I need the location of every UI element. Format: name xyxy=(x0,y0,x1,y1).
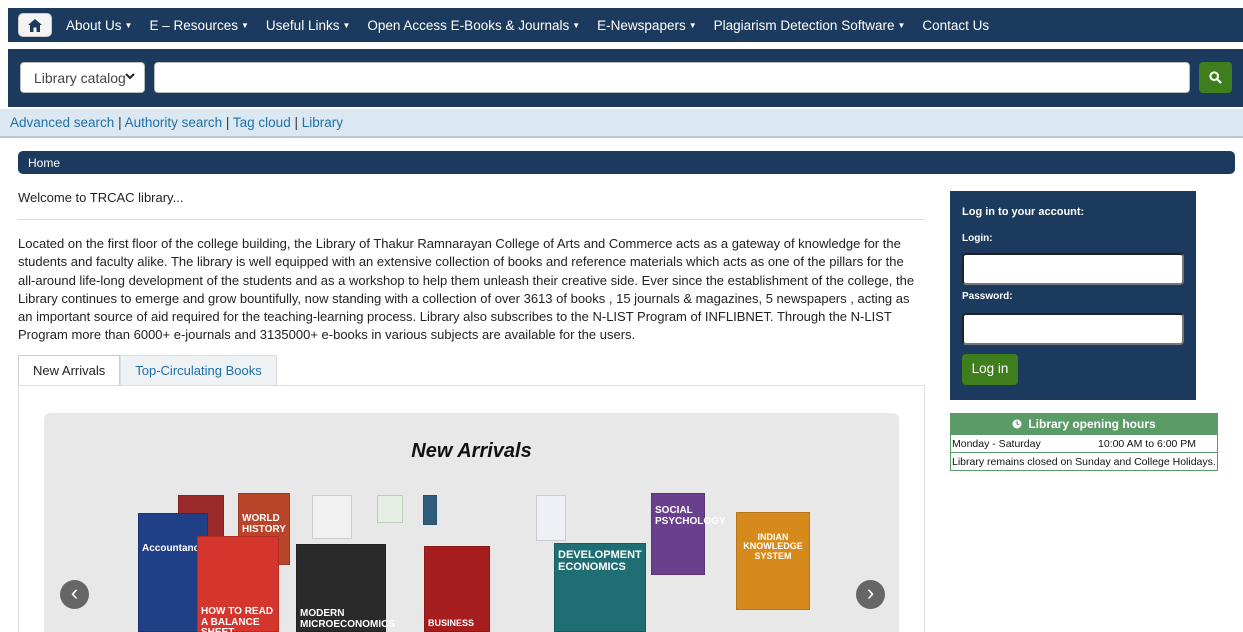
chevron-right-icon: › xyxy=(866,580,875,605)
hours-note-text: Library remains closed on Sunday and Col… xyxy=(952,455,1216,468)
nav-label: E – Resources xyxy=(149,17,238,33)
separator: | xyxy=(222,115,233,130)
hours-day: Monday - Saturday xyxy=(952,437,1041,450)
book-cover[interactable] xyxy=(377,495,403,523)
new-arrivals-carousel: New Arrivals WORLD HISTORY Accountancy H… xyxy=(44,413,899,632)
clock-icon xyxy=(1012,419,1022,429)
book-title: MODERN MICROECONOMICS xyxy=(300,608,395,630)
caret-down-icon: ▼ xyxy=(342,20,351,30)
password-input[interactable] xyxy=(962,313,1184,345)
caret-down-icon: ▼ xyxy=(124,20,133,30)
book-cover-balance-sheet[interactable]: HOW TO READ A BALANCE SHEET xyxy=(197,536,279,632)
tab-bar: New Arrivals Top-Circulating Books xyxy=(18,355,277,386)
login-title: Log in to your account: xyxy=(962,206,1085,218)
nav-contact-us[interactable]: Contact Us xyxy=(922,18,989,33)
separator: | xyxy=(290,115,302,130)
nav-label: About Us xyxy=(66,17,122,33)
book-cover-microeconomics[interactable]: MODERN MICROECONOMICS xyxy=(296,544,395,632)
search-input[interactable] xyxy=(154,62,1190,93)
nav-open-access[interactable]: Open Access E-Books & Journals ▼ xyxy=(367,18,580,33)
book-title: BUSINESS xyxy=(428,618,475,628)
nav-label: Open Access E-Books & Journals xyxy=(367,17,570,33)
book-cover-indian-knowledge[interactable]: INDIAN KNOWLEDGE SYSTEM xyxy=(736,512,810,610)
book-title: Accountancy xyxy=(142,543,205,554)
breadcrumb-home[interactable]: Home xyxy=(28,156,60,170)
tab-new-arrivals[interactable]: New Arrivals xyxy=(18,355,121,386)
nav-about-us[interactable]: About Us ▼ xyxy=(66,18,132,33)
password-label: Password: xyxy=(962,291,1013,302)
book-title: WORLD HISTORY xyxy=(242,513,286,535)
opening-hours-header: Library opening hours xyxy=(951,414,1217,434)
caret-down-icon: ▼ xyxy=(241,20,249,30)
opening-hours-title: Library opening hours xyxy=(1028,417,1156,431)
hours-time: 10:00 AM to 6:00 PM xyxy=(1098,437,1197,450)
book-cover[interactable] xyxy=(312,495,352,539)
tag-cloud-link[interactable]: Tag cloud xyxy=(233,115,291,130)
search-button[interactable] xyxy=(1199,62,1232,93)
top-navbar: About Us ▼ E – Resources ▼ Useful Links ▼ O… xyxy=(8,8,1243,42)
login-box: Log in to your account: Login: Password:… xyxy=(950,191,1196,400)
divider xyxy=(18,219,925,220)
login-button[interactable]: Log in xyxy=(962,354,1018,385)
advanced-search-link[interactable]: Advanced search xyxy=(10,115,114,130)
search-icon xyxy=(1209,71,1222,84)
home-icon xyxy=(28,18,42,32)
opening-hours-table: Library opening hours Monday - Saturday … xyxy=(950,413,1218,471)
carousel-title: New Arrivals xyxy=(411,440,532,462)
nav-label: Plagiarism Detection Software xyxy=(713,17,895,33)
tab-top-circulating[interactable]: Top-Circulating Books xyxy=(120,355,277,386)
authority-search-link[interactable]: Authority search xyxy=(125,115,223,130)
login-label: Login: xyxy=(962,233,993,244)
chevron-left-icon: ‹ xyxy=(70,580,79,605)
search-bar: Library catalog xyxy=(8,49,1243,107)
library-link[interactable]: Library xyxy=(302,115,343,130)
caret-down-icon: ▼ xyxy=(572,20,581,30)
breadcrumb: Home xyxy=(18,151,1235,174)
search-scope-select[interactable]: Library catalog xyxy=(20,62,145,93)
nav-label: E-Newspapers xyxy=(597,17,686,33)
caret-down-icon: ▼ xyxy=(688,20,697,30)
nav-plagiarism[interactable]: Plagiarism Detection Software ▼ xyxy=(714,18,906,33)
book-cover-development-economics[interactable]: DEVELOPMENT ECONOMICS xyxy=(554,543,646,632)
separator: | xyxy=(114,115,125,130)
book-title: DEVELOPMENT ECONOMICS xyxy=(558,549,642,573)
book-title: SOCIAL PSYCHOLOGY xyxy=(655,505,726,527)
book-title: INDIAN KNOWLEDGE SYSTEM xyxy=(743,532,803,561)
search-scope-value: Library catalog xyxy=(34,70,126,86)
hours-row: Monday - Saturday 10:00 AM to 6:00 PM xyxy=(951,434,1217,452)
book-cover-social-psychology[interactable]: SOCIAL PSYCHOLOGY xyxy=(651,493,726,575)
login-input[interactable] xyxy=(962,253,1184,285)
more-searches: Advanced search | Authority search | Tag… xyxy=(0,109,1243,138)
book-cover[interactable] xyxy=(536,495,566,541)
nav-label: Useful Links xyxy=(265,17,340,33)
caret-down-icon: ▼ xyxy=(897,20,906,30)
chevron-down-icon xyxy=(125,71,135,83)
home-button[interactable] xyxy=(18,13,52,37)
nav-e-newspapers[interactable]: E-Newspapers ▼ xyxy=(597,18,696,33)
nav-e-resources[interactable]: E – Resources ▼ xyxy=(149,18,248,33)
library-intro-text: Located on the first floor of the colleg… xyxy=(18,236,915,343)
book-cover[interactable] xyxy=(423,495,437,525)
welcome-text: Welcome to TRCAC library... xyxy=(18,190,184,205)
carousel-prev-button[interactable]: ‹ xyxy=(60,580,89,609)
carousel-next-button[interactable]: › xyxy=(856,580,885,609)
hours-note: Library remains closed on Sunday and Col… xyxy=(951,452,1217,470)
nav-label: Contact Us xyxy=(922,17,990,33)
book-cover-business[interactable]: BUSINESS xyxy=(424,546,490,632)
nav-useful-links[interactable]: Useful Links ▼ xyxy=(266,18,350,33)
book-title: HOW TO READ A BALANCE SHEET xyxy=(201,606,274,632)
